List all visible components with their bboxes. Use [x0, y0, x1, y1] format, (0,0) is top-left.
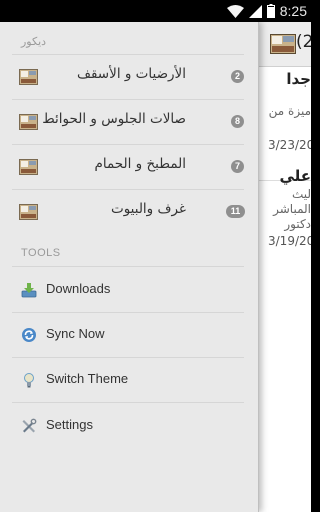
count-badge: 8	[231, 115, 244, 128]
count-badge: 11	[226, 205, 245, 218]
action-bar: (2	[258, 22, 311, 67]
category-label: الأرضيات و الأسقف	[77, 66, 186, 82]
battery-icon	[266, 4, 275, 18]
wifi-icon	[226, 4, 244, 18]
category-label: صالات الجلوس و الحوائط	[42, 111, 186, 127]
main-content: (2 جدا ميزة من 3/23/20 علي ليث المباشر د…	[258, 22, 311, 512]
tool-item-settings[interactable]: Settings	[0, 404, 258, 448]
tool-label: Downloads	[46, 281, 111, 296]
tool-item-downloads[interactable]: Downloads	[0, 268, 258, 312]
count-badge: 7	[231, 160, 244, 173]
tool-label: Settings	[46, 417, 93, 432]
category-item-floors-ceilings[interactable]: الأرضيات و الأسقف 2	[0, 55, 258, 99]
article-title: علي	[279, 167, 311, 185]
settings-tools-icon	[22, 418, 37, 433]
article-title: جدا	[286, 70, 311, 88]
lightbulb-icon	[24, 373, 34, 388]
tool-label: Switch Theme	[46, 371, 129, 386]
tool-item-sync-now[interactable]: Sync Now	[0, 313, 258, 357]
section-header-tools: TOOLS	[21, 247, 61, 259]
status-clock: 8:25	[279, 3, 307, 19]
room-thumbnail-icon	[19, 204, 38, 220]
divider	[12, 402, 244, 403]
count-badge: 2	[231, 70, 244, 83]
tool-item-switch-theme[interactable]: Switch Theme	[0, 358, 258, 402]
article-item[interactable]: علي ليث المباشر دكتور 3/19/20	[258, 162, 311, 262]
category-item-rooms-houses[interactable]: غرف والبيوت 11	[0, 190, 258, 234]
article-snippet-line: المباشر	[273, 202, 311, 216]
signal-icon	[248, 4, 262, 18]
action-bar-title: (2	[296, 32, 311, 52]
section-header-categories: ديكور	[21, 36, 47, 48]
room-thumbnail-icon	[19, 114, 38, 130]
article-snippet-line: دكتور	[284, 217, 311, 231]
tool-label: Sync Now	[46, 326, 105, 341]
article-date: 3/19/20	[268, 234, 311, 248]
room-thumbnail-icon	[19, 159, 38, 175]
download-icon	[21, 283, 37, 298]
status-icons: 8:25	[226, 2, 307, 20]
status-bar: 8:25	[0, 0, 311, 22]
category-item-kitchen-bathroom[interactable]: المطبخ و الحمام 7	[0, 145, 258, 189]
category-label: غرف والبيوت	[110, 201, 186, 217]
sync-icon	[22, 328, 36, 342]
category-label: المطبخ و الحمام	[94, 156, 187, 172]
app-logo-icon	[270, 34, 296, 54]
article-snippet: ميزة من	[268, 104, 311, 118]
room-thumbnail-icon	[19, 69, 38, 85]
article-snippet-line: ليث	[291, 187, 311, 201]
category-item-living-walls[interactable]: صالات الجلوس و الحوائط 8	[0, 100, 258, 144]
article-date: 3/23/20	[268, 138, 311, 152]
divider	[12, 266, 244, 267]
navigation-drawer: ديكور الأرضيات و الأسقف 2 صالات الجلوس و…	[0, 22, 259, 512]
